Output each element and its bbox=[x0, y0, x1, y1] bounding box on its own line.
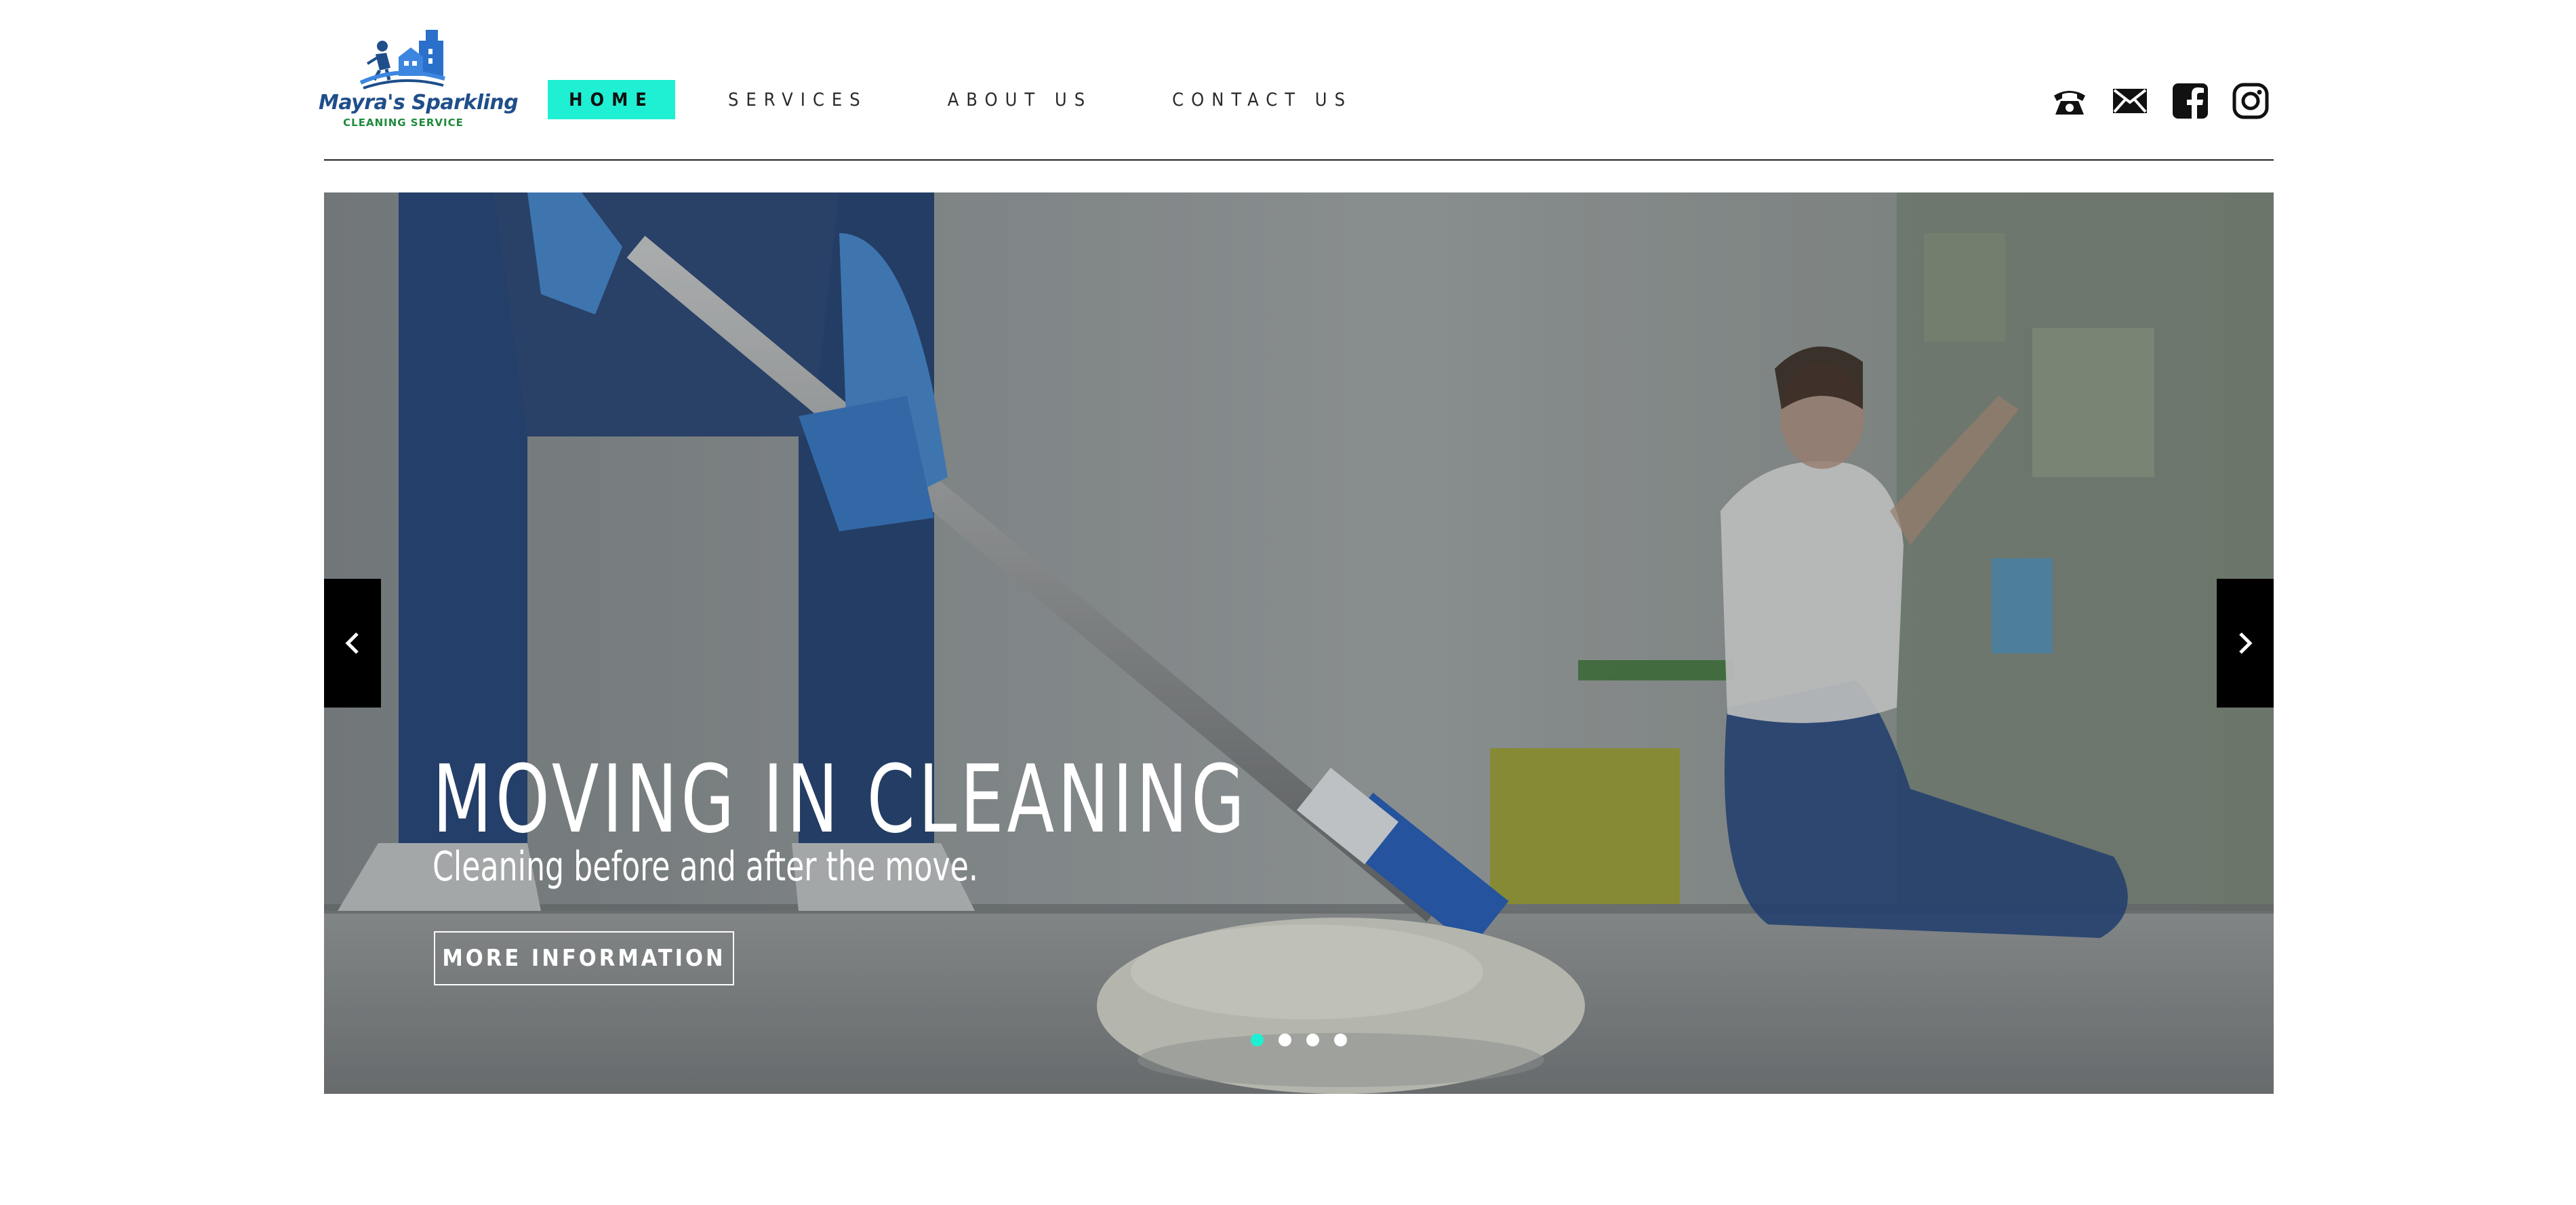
slide-dot-2[interactable] bbox=[1279, 1034, 1291, 1046]
site-header: Mayra's Sparkling CLEANING SERVICE HOME … bbox=[0, 0, 2576, 163]
nav-home[interactable]: HOME bbox=[548, 80, 675, 119]
hero-slider: MOVING IN CLEANING Cleaning before and a… bbox=[324, 192, 2274, 1094]
mail-icon[interactable] bbox=[2110, 81, 2150, 121]
nav-services[interactable]: SERVICES bbox=[728, 80, 868, 119]
instagram-icon[interactable] bbox=[2231, 81, 2270, 121]
slide-dot-1[interactable] bbox=[1251, 1034, 1264, 1046]
brand-tagline: CLEANING SERVICE bbox=[343, 117, 464, 129]
chevron-right-icon bbox=[2239, 632, 2253, 654]
chevron-left-icon bbox=[345, 632, 359, 654]
slide-title: MOVING IN CLEANING bbox=[432, 745, 1248, 854]
slide-subtitle: Cleaning before and after the move. bbox=[432, 843, 978, 891]
brand-logo[interactable]: Mayra's Sparkling CLEANING SERVICE bbox=[319, 26, 519, 134]
slide-dot-3[interactable] bbox=[1306, 1034, 1319, 1046]
next-slide-button[interactable] bbox=[2217, 579, 2274, 708]
slide-dot-4[interactable] bbox=[1334, 1034, 1347, 1046]
nav-contact-us[interactable]: CONTACT US bbox=[1172, 80, 1352, 119]
nav-about-us[interactable]: ABOUT US bbox=[948, 80, 1092, 119]
phone-icon[interactable] bbox=[2050, 81, 2089, 121]
more-information-button[interactable]: MORE INFORMATION bbox=[434, 931, 734, 985]
prev-slide-button[interactable] bbox=[324, 579, 381, 708]
slide-indicators bbox=[1251, 1034, 1347, 1046]
main-nav: HOME SERVICES ABOUT US CONTACT US bbox=[548, 80, 1352, 119]
logo-mark-icon bbox=[359, 30, 445, 89]
brand-name: Mayra's Sparkling bbox=[319, 91, 519, 115]
header-divider bbox=[324, 159, 2274, 161]
facebook-icon[interactable] bbox=[2171, 81, 2210, 121]
